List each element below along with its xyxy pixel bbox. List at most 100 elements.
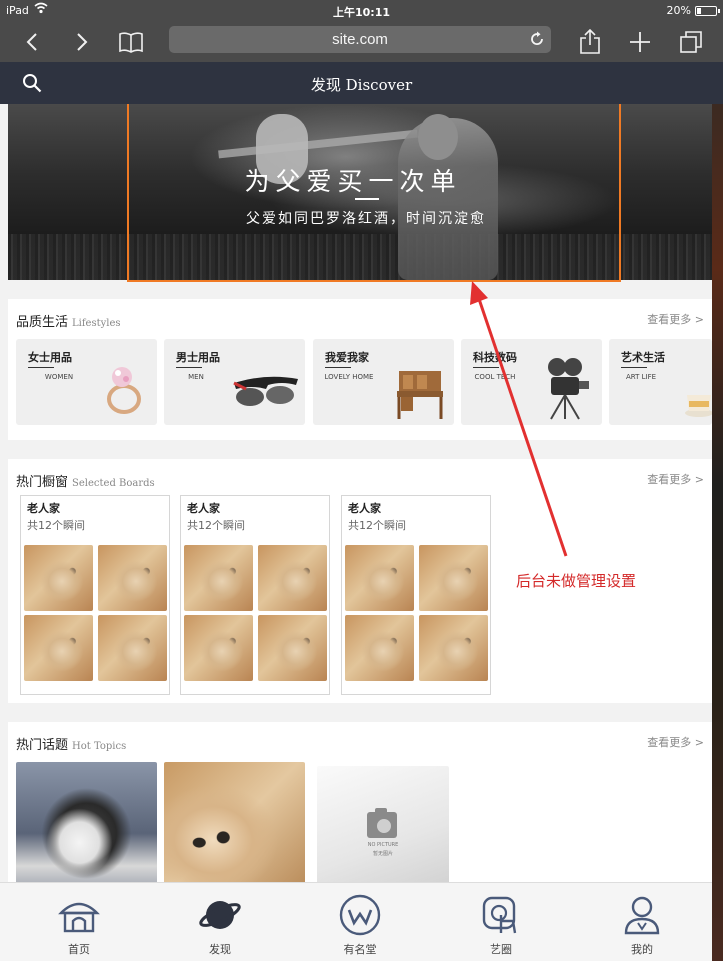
planet-icon bbox=[198, 893, 242, 937]
lifestyles-subtitle: Lifestyles bbox=[72, 318, 121, 329]
topics-subtitle: Hot Topics bbox=[72, 741, 127, 752]
bookmarks-icon[interactable] bbox=[115, 26, 147, 58]
board-thumbnail bbox=[24, 545, 93, 611]
category-subtitle: ART LIFE bbox=[625, 373, 657, 381]
tab-label: 首页 bbox=[68, 943, 90, 956]
category-title: 艺术生活 bbox=[621, 351, 665, 364]
page-title: 发现 Discover bbox=[310, 76, 413, 94]
category-divider bbox=[473, 367, 499, 368]
address-bar[interactable]: site.com bbox=[169, 26, 551, 53]
boards-more-link[interactable]: 查看更多 > bbox=[647, 471, 704, 487]
category-title: 科技数码 bbox=[473, 351, 517, 364]
reload-icon[interactable] bbox=[529, 31, 545, 51]
category-card-men[interactable]: 男士用品 MEN bbox=[164, 339, 305, 425]
annotation-note: 后台未做管理设置 bbox=[516, 572, 637, 590]
board-thumbnail bbox=[98, 545, 167, 611]
tab-discover[interactable]: 发现 bbox=[170, 883, 270, 961]
camera-icon bbox=[367, 808, 397, 838]
tab-home[interactable]: 首页 bbox=[29, 883, 129, 961]
board-thumbnail bbox=[184, 615, 253, 681]
battery-level bbox=[697, 8, 701, 14]
topics-more-link[interactable]: 查看更多 > bbox=[647, 734, 704, 750]
tab-label: 艺圈 bbox=[490, 943, 512, 956]
board-thumbnail bbox=[98, 615, 167, 681]
category-subtitle: MEN bbox=[188, 373, 204, 381]
board-thumbnail bbox=[345, 545, 414, 611]
board-count: 共12个瞬间 bbox=[27, 519, 85, 532]
desk-icon bbox=[393, 367, 447, 425]
category-card-home[interactable]: 我爱我家 LOVELY HOME bbox=[313, 339, 454, 425]
ring-icon bbox=[98, 361, 148, 421]
board-title: 老人家 bbox=[348, 502, 381, 515]
category-title: 男士用品 bbox=[176, 351, 220, 364]
app-header: 发现 Discover bbox=[0, 62, 723, 104]
boards-title: 热门橱窗 bbox=[16, 475, 69, 490]
no-picture-label-en: NO PICTURE bbox=[367, 842, 399, 848]
tab-art-circle[interactable]: 艺圈 bbox=[451, 883, 551, 961]
category-subtitle: LOVELY HOME bbox=[324, 373, 374, 381]
category-title: 女士用品 bbox=[28, 351, 72, 364]
tab-label: 发现 bbox=[209, 943, 231, 956]
tab-profile[interactable]: 我的 bbox=[592, 883, 692, 961]
board-title: 老人家 bbox=[27, 502, 60, 515]
board-thumbnail bbox=[345, 615, 414, 681]
share-icon[interactable] bbox=[574, 26, 606, 58]
board-count: 共12个瞬间 bbox=[187, 519, 245, 532]
bottom-tab-bar: 首页 发现 有名堂 艺圈 我的 bbox=[0, 882, 712, 961]
home-icon bbox=[57, 893, 101, 937]
category-card-women[interactable]: 女士用品 WOMEN bbox=[16, 339, 157, 425]
tab-label: 有名堂 bbox=[343, 943, 377, 956]
clock: 上午10:11 bbox=[332, 6, 390, 19]
category-divider bbox=[28, 367, 54, 368]
touch-icon bbox=[479, 893, 523, 937]
board-thumbnail bbox=[24, 615, 93, 681]
board-card[interactable]: 老人家 共12个瞬间 bbox=[180, 495, 330, 695]
lifestyles-title: 品质生活 bbox=[16, 315, 69, 330]
board-count: 共12个瞬间 bbox=[348, 519, 406, 532]
category-title: 我爱我家 bbox=[325, 351, 369, 364]
tab-youmingtang[interactable]: 有名堂 bbox=[310, 883, 410, 961]
add-tab-icon[interactable] bbox=[624, 26, 656, 58]
topics-section: 热门话题 Hot Topics 查看更多 > NO PICTURE 暂无图片 bbox=[8, 722, 712, 882]
topics-heading: 热门话题 Hot Topics bbox=[16, 734, 126, 753]
teacup-icon bbox=[681, 385, 712, 423]
topic-card-husky-puppy[interactable] bbox=[16, 762, 157, 882]
category-subtitle: COOL TECH bbox=[474, 373, 516, 381]
battery-icon bbox=[695, 6, 720, 16]
tabs-icon[interactable] bbox=[675, 26, 707, 58]
topics-title: 热门话题 bbox=[16, 738, 69, 753]
w-circle-icon bbox=[338, 893, 382, 937]
browser-toolbar: site.com bbox=[0, 22, 723, 62]
category-card-tech[interactable]: 科技数码 COOL TECH bbox=[461, 339, 602, 425]
category-divider bbox=[176, 367, 202, 368]
lifestyles-section: 品质生活 Lifestyles 查看更多 > 女士用品 WOMEN 男士用品 ME… bbox=[8, 299, 712, 440]
boards-heading: 热门橱窗 Selected Boards bbox=[16, 471, 155, 490]
forward-icon[interactable] bbox=[66, 26, 98, 58]
main-content: 为父爱买一次单 父爱如同巴罗洛红酒，时间沉淀愈 品质生活 Lifestyles 查… bbox=[0, 104, 712, 882]
tab-label: 我的 bbox=[631, 943, 653, 956]
sunglasses-icon bbox=[232, 375, 300, 419]
board-card[interactable]: 老人家 共12个瞬间 bbox=[341, 495, 491, 695]
topic-card-no-picture[interactable]: NO PICTURE 暂无图片 bbox=[317, 766, 449, 882]
topic-card-kitten[interactable] bbox=[164, 762, 305, 882]
category-divider bbox=[621, 367, 647, 368]
board-thumbnail bbox=[258, 615, 327, 681]
annotation-highlight-box bbox=[127, 104, 621, 282]
lifestyles-heading: 品质生活 Lifestyles bbox=[16, 311, 121, 330]
board-thumbnail bbox=[419, 545, 488, 611]
board-title: 老人家 bbox=[187, 502, 220, 515]
projector-icon bbox=[537, 355, 593, 425]
board-card[interactable]: 老人家 共12个瞬间 bbox=[20, 495, 170, 695]
status-bar: iPad 上午10:11 20% bbox=[0, 0, 723, 22]
no-picture-label-cn: 暂无图片 bbox=[372, 851, 393, 857]
category-subtitle: WOMEN bbox=[44, 373, 74, 381]
category-divider bbox=[325, 367, 351, 368]
category-card-art[interactable]: 艺术生活 ART LIFE bbox=[609, 339, 712, 425]
boards-subtitle: Selected Boards bbox=[72, 478, 155, 489]
board-thumbnail bbox=[258, 545, 327, 611]
board-thumbnail bbox=[184, 545, 253, 611]
lifestyles-more-link[interactable]: 查看更多 > bbox=[647, 311, 704, 327]
background-strip bbox=[712, 96, 723, 961]
user-icon bbox=[620, 893, 664, 937]
back-icon[interactable] bbox=[16, 26, 48, 58]
